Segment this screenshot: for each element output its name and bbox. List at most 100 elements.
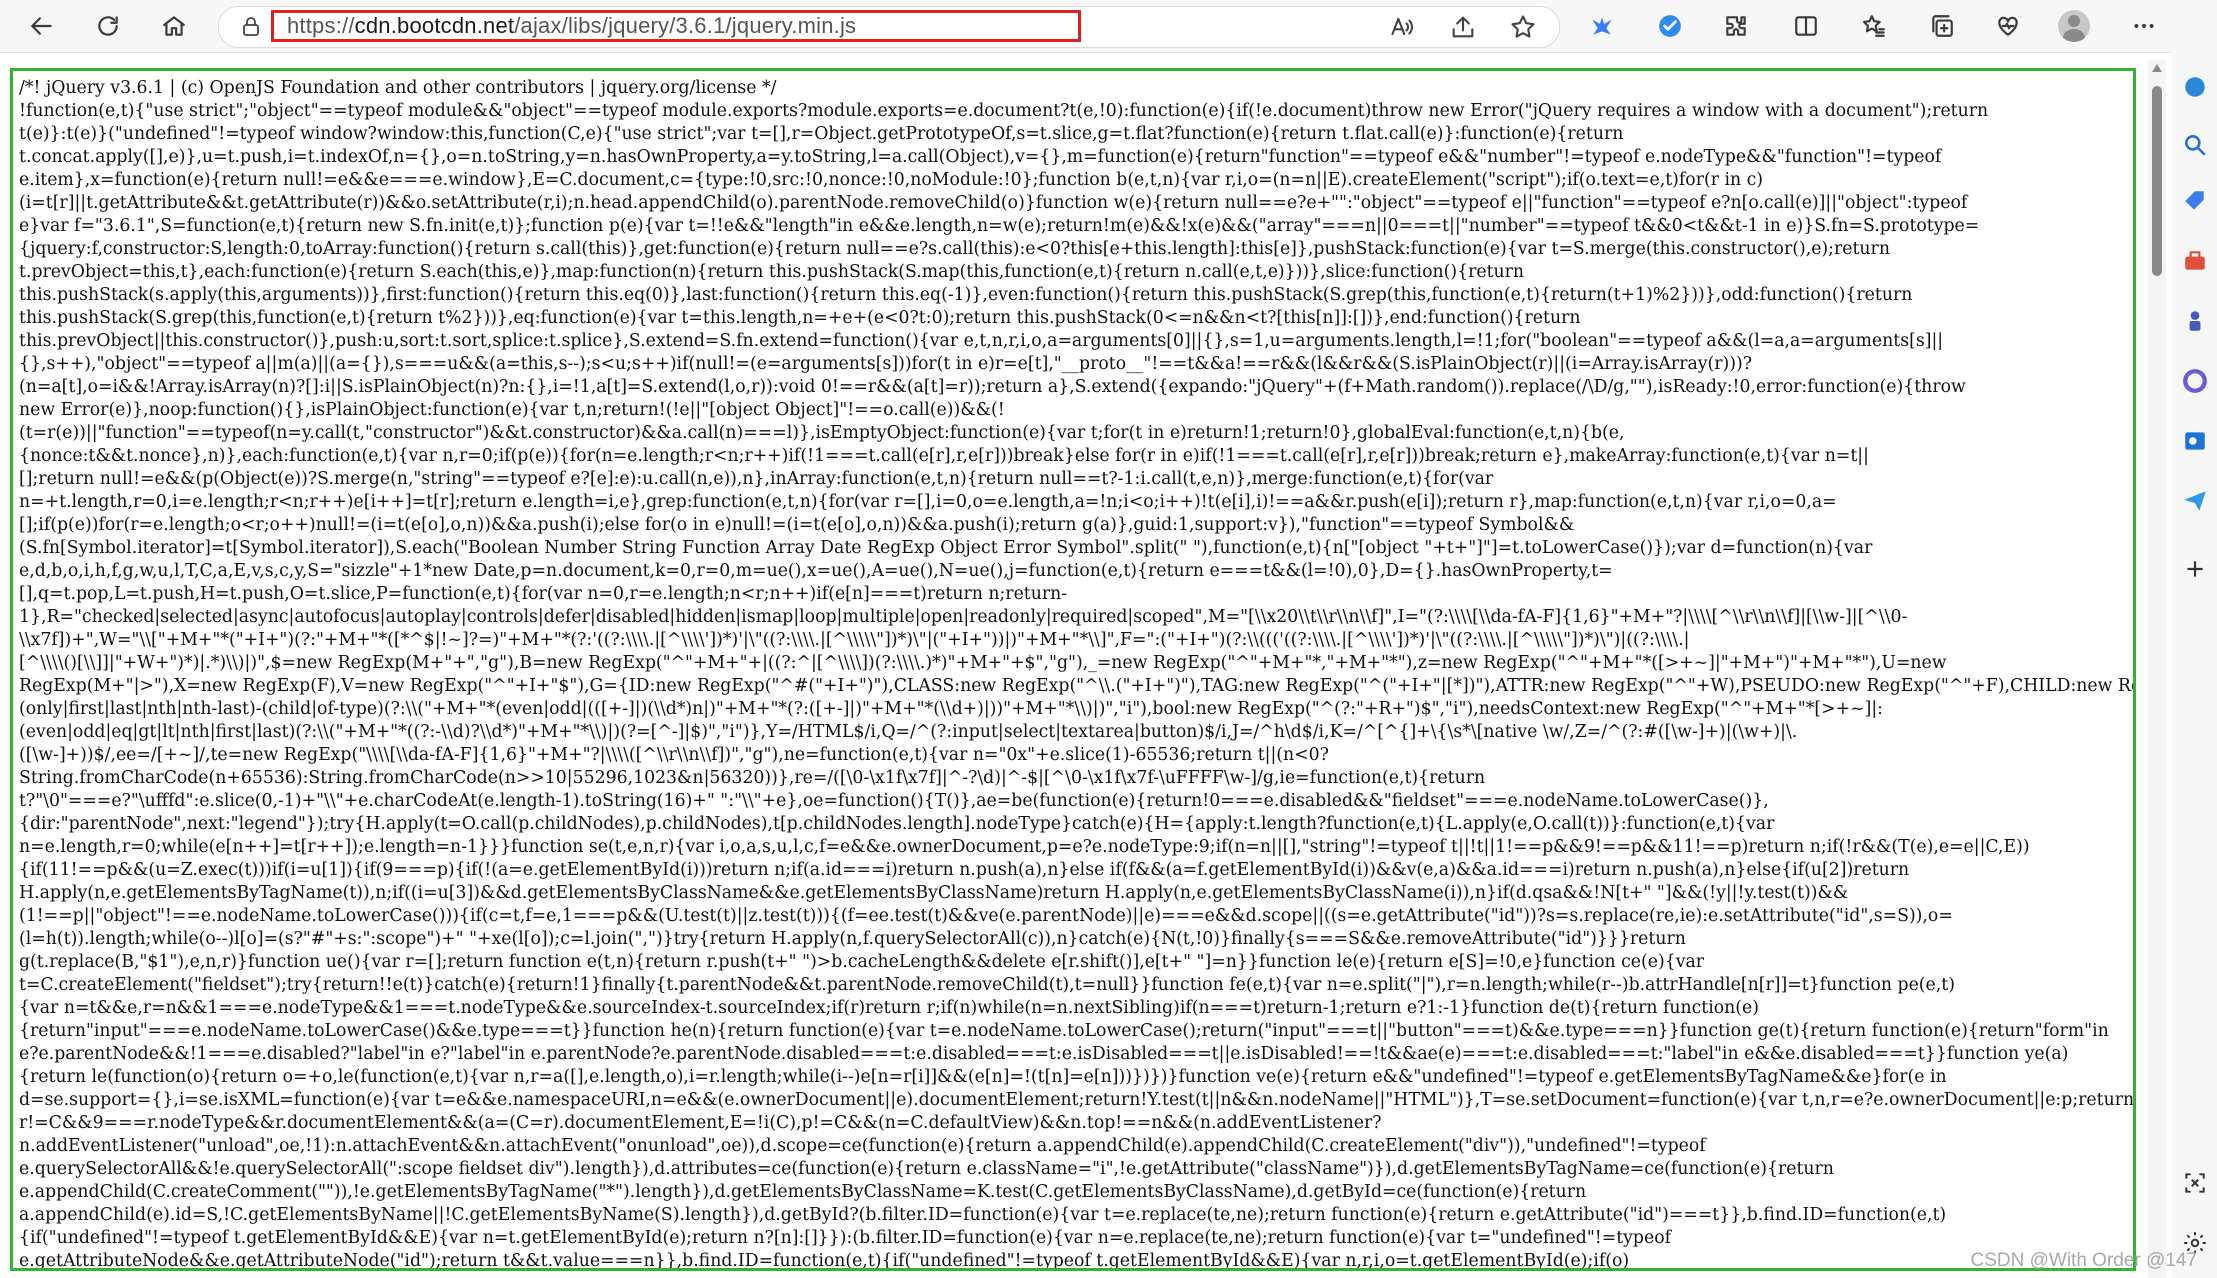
sidebar-item-search[interactable] [2182,132,2208,158]
code-line: e.querySelectorAll&&!e.querySelectorAll(… [19,1159,1834,1179]
outlook-icon [2185,432,2205,450]
browser-toolbar: https://cdn.bootcdn.net/ajax/libs/jquery… [0,0,2217,53]
code-line: String.fromCharCode(n+65536):String.from… [19,768,1486,788]
chess-piece-icon [2189,311,2201,331]
code-line: e}var f="3.6.1",S=function(e,t){return n… [19,216,1980,236]
code-line: t.prevObject=this,t},each:function(e){re… [19,262,1525,282]
code-line: {},s++),"object"==typeof a||m(a)||(a={})… [19,354,1753,374]
collections-button[interactable] [1922,6,1962,46]
code-line: (t=r(e))||"function"==typeof(n=y.call(t,… [19,423,1625,443]
star-icon[interactable] [1509,13,1537,41]
code-line: [],q=t.pop,L=t.push,H=t.push,O=t.slice,P… [19,584,1068,604]
split-screen-button[interactable] [1786,6,1826,46]
code-line: e.appendChild(C.createComment("")),!e.ge… [19,1182,1587,1202]
extension-pin-button[interactable] [1582,6,1622,46]
home-icon [163,16,185,36]
microsoft365-icon [2183,369,2207,393]
code-line: [^\\\\()[\\]]|"+W+")*)|.*)\\)|)",$=new R… [19,653,1947,673]
code-line: {nonce:t&&t.nonce},n)},each:function(e,t… [19,446,1869,466]
sidebar-item-tools[interactable] [2182,248,2208,274]
vertical-scrollbar[interactable] [2148,60,2166,1278]
sidebar-item-outlook[interactable] [2182,428,2208,454]
code-line: !function(e,t){"use strict";"object"==ty… [19,101,1989,121]
code-line: this.pushStack(s.apply(this,arguments))}… [19,285,1913,305]
sidebar-item-microsoft365[interactable] [2182,368,2208,394]
more-button[interactable] [2124,6,2164,46]
performance-button[interactable] [1988,6,2028,46]
code-line: r!=C&&9===r.nodeType&&r.documentElement&… [19,1113,1382,1133]
code-line: this.pushStack(S.grep(this,function(e,t)… [19,308,1581,328]
code-line: new Error(e)},noop:function(){},isPlainO… [19,400,1005,420]
check-extension-button[interactable] [1650,6,1690,46]
scroll-up-arrow[interactable] [2152,64,2162,72]
code-line: e,d,b,o,i,h,f,g,w,u,l,T,C,a,E,v,s,c,y,S=… [19,561,1613,581]
code-line: a.appendChild(e).id=S,!C.getElementsByNa… [19,1205,1947,1225]
code-line: e.item},x=function(e){return null!=e&&e=… [19,170,1764,190]
sidebar-item-shopping[interactable] [2182,188,2208,214]
favorites-icon [1862,15,1885,37]
code-line: {if(11!==p&&(u=Z.exec(t)))if(i=u[1]){if(… [19,860,1910,880]
screenshot-icon [2185,1173,2205,1193]
code-line: t=C.createElement("fieldset");try{return… [19,975,1955,995]
url-path: /ajax/libs/jquery/3.6.1/jquery.min.js [514,13,857,38]
code-line: (l=h(t)).length;while(o--)l[o]=(s?"#"+s:… [19,929,1686,949]
sidebar-add-button[interactable] [2182,556,2208,582]
back-button[interactable] [22,6,62,46]
url-host: cdn.bootcdn.net [354,13,515,38]
code-line: (S.fn[Symbol.iterator]=t[Symbol.iterator… [19,538,1873,558]
code-line: {if("undefined"!=typeof t.getElementById… [19,1228,1672,1248]
extensions-button[interactable] [1716,6,1756,46]
share-icon[interactable] [1449,13,1477,41]
code-line: [];return null!=e&&(p(Object(e))?S.merge… [19,469,1494,489]
code-line: (i=t[r]||t.getAttribute&&t.getAttribute(… [19,193,1968,213]
code-line: this.prevObject||this.constructor()},pus… [19,331,1944,351]
paper-plane-icon [2184,491,2206,511]
code-line: t.concat.apply([],e)},u=t.push,i=t.index… [19,147,1942,167]
source-code: /*! jQuery v3.6.1 | (c) OpenJS Foundatio… [19,77,2135,1271]
sidebar-screenshot-button[interactable] [2182,1170,2208,1196]
sidebar-item-games[interactable] [2182,308,2208,334]
scroll-thumb[interactable] [2152,86,2162,276]
watermark-text: CSDN @With Order @147 [1970,1250,2197,1271]
code-line: H.apply(n,e.getElementsByTagName(t)),n;i… [19,883,1849,903]
check-extension-icon [1659,15,1681,37]
code-line: n=+t.length,r=0,i=e.length;r<n;r++)e[i++… [19,492,1837,512]
bird-extension-icon [1592,17,1612,35]
edge-sidebar [2172,52,2217,1278]
code-line: t?"\0"===e?"\ufffd":e.slice(0,-1)+"\\"+e… [19,791,1769,811]
refresh-button[interactable] [88,6,128,46]
favorites-button[interactable] [1854,6,1894,46]
code-line: ([\w-]+))$/,ee=/[+~]/,te=new RegExp("\\\… [19,745,1329,765]
code-line: (only|first|last|nth|nth-last)-(child|of… [19,699,1883,719]
code-line: e?e.parentNode&&!1===e.disabled?"label"i… [19,1044,2069,1064]
lock-icon[interactable] [239,15,263,39]
discover-icon [2185,77,2205,97]
refresh-icon [98,16,118,36]
url-text[interactable]: https://cdn.bootcdn.net/ajax/libs/jquery… [287,13,856,39]
address-bar[interactable]: https://cdn.bootcdn.net/ajax/libs/jquery… [218,6,1560,48]
code-line: {jquery:f,constructor:S,length:0,toArray… [19,239,1890,259]
code-line: {return le(function(o){return o=+o,le(fu… [19,1067,1947,1087]
code-line: 1},R="checked|selected|async|autofocus|a… [19,607,1908,627]
code-line: d=se.support={},i=se.isXML=function(e){v… [19,1090,2135,1110]
read-aloud-icon[interactable] [1389,13,1417,41]
code-line: {return"input"===e.nodeName.toLowerCase(… [19,1021,2109,1041]
back-arrow-icon [31,17,52,35]
code-line: (n=a[t],o=i&&!Array.isArray(n)?[]:i||S.i… [19,377,1966,397]
url-prefix: https:// [287,13,355,38]
search-icon [2185,135,2206,156]
sidebar-item-discover[interactable] [2182,74,2208,100]
profile-avatar[interactable] [2058,10,2090,42]
plus-icon [2187,561,2203,577]
code-line: n.addEventListener("unload",oe,!1):n.att… [19,1136,1706,1156]
split-screen-icon [1795,16,1817,36]
code-line: \\x7f])+",W="\\["+M+"*("+I+")(?:"+M+"*([… [19,630,1690,650]
code-line: e.getAttributeNode&&e.getAttributeNode("… [19,1251,1630,1271]
home-button[interactable] [154,6,194,46]
toolbox-icon [2185,251,2205,270]
code-line: (1!==p||"object"!==e.nodeName.toLowerCas… [19,906,1953,926]
page-content-highlight: /*! jQuery v3.6.1 | (c) OpenJS Foundatio… [10,68,2136,1271]
sidebar-item-telegram[interactable] [2182,488,2208,514]
code-line: t(e)}:t(e)}("undefined"!=typeof window?w… [19,124,1624,144]
code-line: {dir:"parentNode",next:"legend"});try{H.… [19,814,1775,834]
